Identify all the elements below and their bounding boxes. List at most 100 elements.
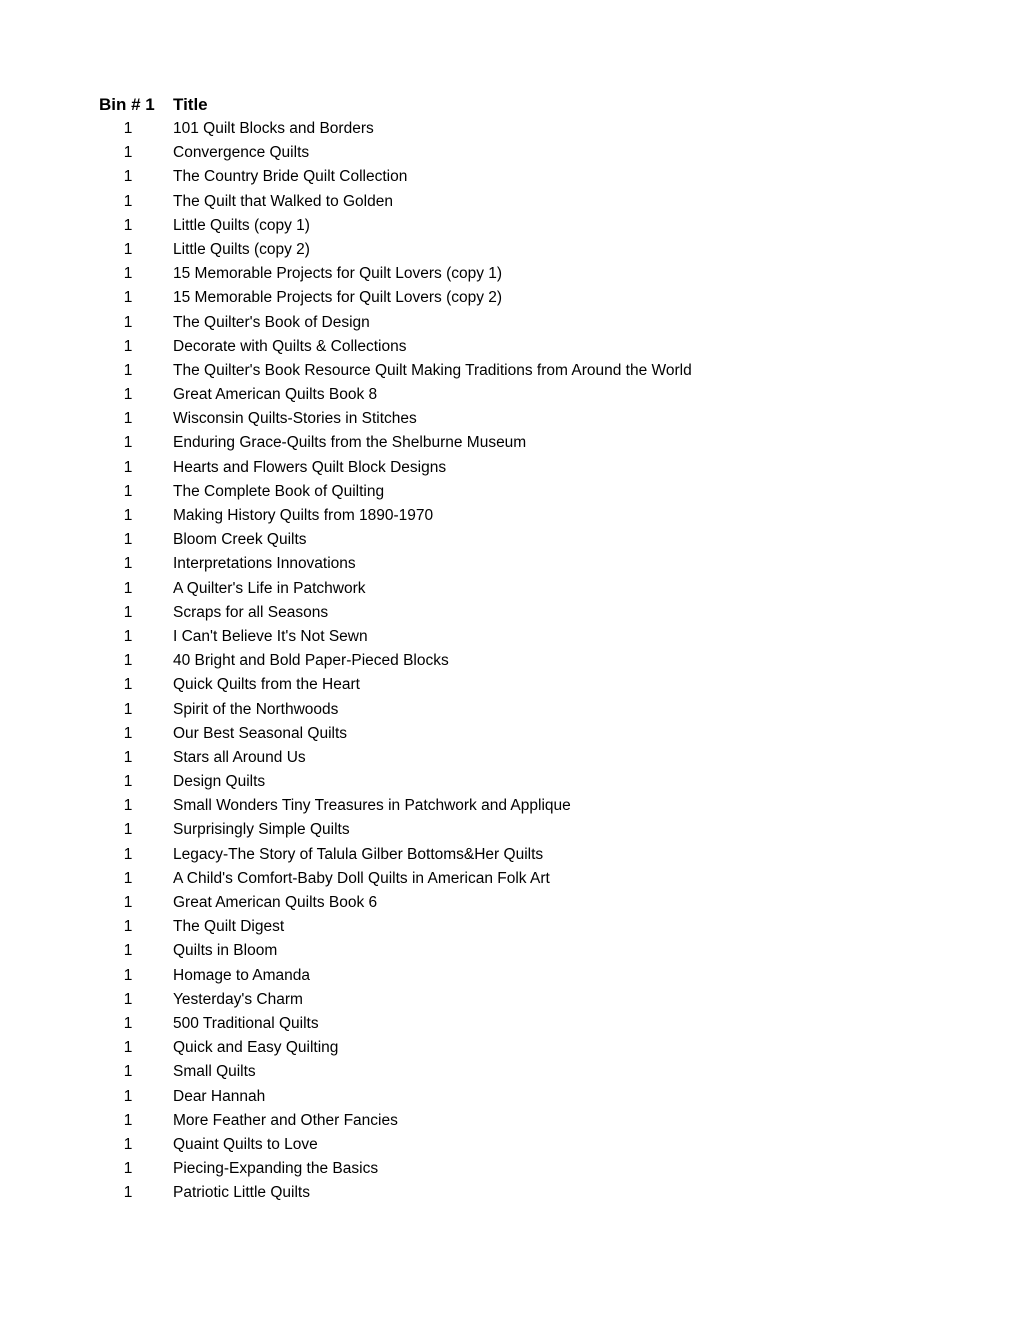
book-row: 1 500 Traditional Quilts	[99, 1012, 692, 1036]
book-title: Design Quilts	[173, 773, 266, 791]
bin-number: 1	[123, 869, 133, 887]
book-title: Quick Quilts from the Heart	[173, 676, 360, 694]
book-row: 1 Little Quilts (copy 2)	[99, 238, 692, 262]
book-row: 1 101 Quilt Blocks and Borders	[99, 117, 692, 141]
bin-number: 1	[123, 1135, 133, 1153]
book-row: 1 The Quilter's Book Resource Quilt Makin…	[99, 359, 692, 383]
bin-number: 1	[123, 1063, 133, 1081]
book-row: 1 15 Memorable Projects for Quilt Lovers …	[99, 286, 692, 310]
book-list: 1 101 Quilt Blocks and Borders 1 Convergenc…	[99, 117, 692, 1205]
book-row: 1 Dear Hannah	[99, 1085, 692, 1109]
book-row: 1 Spirit of the Northwoods	[99, 698, 692, 722]
book-row: 1 Our Best Seasonal Quilts	[99, 722, 692, 746]
book-row: 1 Piecing-Expanding the Basics	[99, 1157, 692, 1181]
book-title: Quaint Quilts to Love	[173, 1135, 318, 1153]
bin-number: 1	[123, 482, 133, 500]
bin-number: 1	[123, 773, 133, 791]
book-title: A Child's Comfort-Baby Doll Quilts in Am…	[173, 869, 550, 887]
bin-number: 1	[123, 603, 133, 621]
bin-number: 1	[123, 555, 133, 573]
book-title: The Country Bride Quilt Collection	[173, 168, 408, 186]
book-row: 1 Patriotic Little Quilts	[99, 1181, 692, 1205]
bin-number: 1	[123, 458, 133, 476]
book-title: Small Quilts	[173, 1063, 256, 1081]
bin-number: 1	[123, 676, 133, 694]
bin-number: 1	[123, 918, 133, 936]
bin-number: 1	[123, 144, 133, 162]
bin-number: 1	[123, 289, 133, 307]
book-title: Yesterday's Charm	[173, 990, 303, 1008]
book-title: Patriotic Little Quilts	[173, 1184, 310, 1202]
book-row: 1 Enduring Grace-Quilts from the Shelburn…	[99, 431, 692, 455]
bin-number: 1	[123, 652, 133, 670]
book-row: 1 Decorate with Quilts & Collections	[99, 335, 692, 359]
bin-number: 1	[123, 410, 133, 428]
book-row: 1 Interpretations Innovations	[99, 552, 692, 576]
book-row: 1 Small Quilts	[99, 1060, 692, 1084]
book-title: Homage to Amanda	[173, 966, 311, 984]
book-row: 1 Great American Quilts Book 8	[99, 383, 692, 407]
bin-number: 1	[123, 1014, 133, 1032]
header-row: Bin # 1 Title	[99, 93, 692, 117]
bin-number: 1	[123, 627, 133, 645]
book-row: 1 Scraps for all Seasons	[99, 601, 692, 625]
book-title: 101 Quilt Blocks and Borders	[173, 120, 374, 137]
book-title: The Complete Book of Quilting	[173, 482, 385, 500]
bin-number: 1	[123, 797, 133, 815]
book-title: Interpretations Innovations	[173, 555, 356, 573]
book-title: Convergence Quilts	[173, 144, 310, 162]
book-title: The Quilter's Book of Design	[173, 313, 370, 331]
book-title: 15 Memorable Projects for Quilt Lovers (…	[173, 265, 503, 283]
book-row: 1 Yesterday's Charm	[99, 988, 692, 1012]
book-title: More Feather and Other Fancies	[173, 1111, 398, 1129]
bin-number: 1	[123, 1184, 133, 1202]
book-inventory-sheet: Bin # 1 Title 1 101 Quilt Blocks and Bord…	[99, 93, 692, 1205]
book-row: 1 Quick and Easy Quilting	[99, 1036, 692, 1060]
bin-number: 1	[123, 845, 133, 863]
book-title: Scraps for all Seasons	[173, 603, 329, 621]
book-title: Piecing-Expanding the Basics	[173, 1160, 379, 1178]
book-row: 1 Little Quilts (copy 1)	[99, 214, 692, 238]
book-row: 1 The Complete Book of Quilting	[99, 480, 692, 504]
book-title: 15 Memorable Projects for Quilt Lovers (…	[173, 289, 503, 307]
book-row: 1 15 Memorable Projects for Quilt Lovers …	[99, 262, 692, 286]
book-title: Making History Quilts from 1890-1970	[173, 507, 434, 524]
book-title: I Can't Believe It's Not Sewn	[173, 627, 368, 645]
title-column-header: Title	[173, 95, 208, 114]
bin-number: 1	[123, 821, 133, 839]
book-row: 1 The Quilter's Book of Design	[99, 311, 692, 335]
bin-number: 1	[123, 168, 133, 186]
book-row: 1 Making History Quilts from 1890-1970	[99, 504, 692, 528]
bin-number: 1	[123, 748, 133, 766]
bin-number: 1	[123, 1160, 133, 1178]
bin-number: 1	[123, 313, 133, 331]
book-row: 1 The Quilt Digest	[99, 915, 692, 939]
book-row: 1 More Feather and Other Fancies	[99, 1109, 692, 1133]
book-title: Spirit of the Northwoods	[173, 700, 339, 718]
book-row: 1 The Quilt that Walked to Golden	[99, 190, 692, 214]
bin-number: 1	[123, 966, 133, 984]
book-row: 1 40 Bright and Bold Paper-Pieced Blocks	[99, 649, 692, 673]
book-title: Great American Quilts Book 8	[173, 386, 378, 404]
bin-number: 1	[123, 120, 133, 137]
book-row: 1 A Child's Comfort-Baby Doll Quilts in A…	[99, 867, 692, 891]
bin-number: 1	[123, 700, 133, 718]
book-title: 500 Traditional Quilts	[173, 1014, 319, 1032]
book-row: 1 Wisconsin Quilts-Stories in Stitches	[99, 407, 692, 431]
bin-number: 1	[123, 531, 133, 549]
book-title: A Quilter's Life in Patchwork	[173, 579, 366, 597]
book-row: 1 Legacy-The Story of Talula Gilber Botto…	[99, 843, 692, 867]
book-row: 1 Hearts and Flowers Quilt Block Designs	[99, 456, 692, 480]
bin-number: 1	[123, 216, 133, 234]
bin-number: 1	[123, 507, 133, 524]
bin-number: 1	[123, 990, 133, 1008]
bin-number: 1	[123, 1039, 133, 1057]
book-row: 1 Homage to Amanda	[99, 964, 692, 988]
book-row: 1 Quilts in Bloom	[99, 939, 692, 963]
book-row: 1 Small Wonders Tiny Treasures in Patchwo…	[99, 794, 692, 818]
bin-number: 1	[123, 1111, 133, 1129]
book-title: Little Quilts (copy 2)	[173, 240, 310, 258]
book-row: 1 Great American Quilts Book 6	[99, 891, 692, 915]
book-title: Surprisingly Simple Quilts	[173, 821, 350, 839]
bin-number: 1	[123, 265, 133, 283]
